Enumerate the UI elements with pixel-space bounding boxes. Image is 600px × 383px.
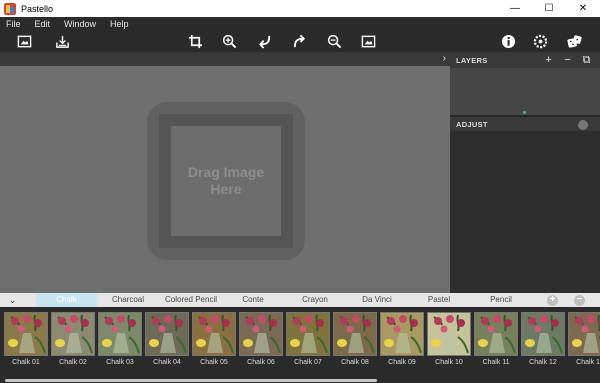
- adjust-panel-header: ADJUST: [450, 116, 600, 131]
- drop-zone-label: Drag Image Here: [181, 164, 271, 198]
- add-layer-button[interactable]: +: [539, 52, 558, 68]
- window-title: Pastello: [21, 3, 54, 14]
- menu-file[interactable]: File: [6, 17, 21, 31]
- preset-thumbnail[interactable]: Chalk 07: [286, 312, 330, 376]
- duplicate-layer-button[interactable]: ⧉: [577, 52, 596, 68]
- layers-panel-header: LAYERS + − ⧉: [450, 52, 600, 68]
- random-dice-icon[interactable]: [566, 33, 583, 50]
- drop-zone-line-2: Here: [210, 181, 242, 197]
- zoom-in-icon[interactable]: [221, 33, 238, 50]
- preset-preview-image: [333, 312, 377, 356]
- preset-category-bar: ⌄ Chalk Charcoal Colored Pencil Conte Cr…: [0, 293, 600, 307]
- image-canvas[interactable]: Drag Image Here: [0, 66, 450, 293]
- preset-thumbnail-label: Chalk 08: [341, 359, 369, 366]
- crop-icon[interactable]: [187, 33, 204, 50]
- preset-thumbnail[interactable]: Chalk 06: [239, 312, 283, 376]
- preset-thumbnail-label: Chalk 04: [153, 359, 181, 366]
- preset-preview-image: [474, 312, 518, 356]
- layers-title: LAYERS: [456, 55, 488, 65]
- toolbar: [0, 31, 600, 52]
- preset-thumbnail[interactable]: Chalk 11: [474, 312, 518, 376]
- thumbnail-scrollbar[interactable]: [0, 377, 600, 383]
- adjust-title: ADJUST: [456, 119, 488, 129]
- preset-thumbnail[interactable]: Chalk 08: [333, 312, 377, 376]
- preset-preview-image: [145, 312, 189, 356]
- menu-window[interactable]: Window: [64, 17, 96, 31]
- preset-thumbnail[interactable]: Chalk 13: [568, 312, 600, 376]
- preset-thumbnail[interactable]: Chalk 05: [192, 312, 236, 376]
- preset-thumbnail[interactable]: Chalk 03: [98, 312, 142, 376]
- tab-pastel[interactable]: Pastel: [414, 293, 464, 307]
- collapse-panel-icon[interactable]: ›: [443, 53, 446, 65]
- info-icon[interactable]: [500, 33, 517, 50]
- preset-preview-image: [380, 312, 424, 356]
- preset-preview-image: [4, 312, 48, 356]
- tab-pencil[interactable]: Pencil: [476, 293, 526, 307]
- chevron-down-icon[interactable]: ⌄: [0, 293, 25, 307]
- save-image-icon[interactable]: [54, 33, 71, 50]
- drop-zone-frame: Drag Image Here: [159, 114, 293, 248]
- layers-list[interactable]: [450, 68, 600, 115]
- preset-thumbnail[interactable]: Chalk 01: [4, 312, 48, 376]
- preset-thumbnail-label: Chalk 03: [106, 359, 134, 366]
- title-bar: Pastello — ☐ ✕: [0, 0, 600, 17]
- undo-icon[interactable]: [257, 33, 274, 50]
- preset-thumbnail-label: Chalk 06: [247, 359, 275, 366]
- menu-bar: File Edit Window Help: [0, 17, 600, 31]
- preset-thumbnail-label: Chalk 11: [482, 359, 510, 366]
- zoom-out-icon[interactable]: [326, 33, 343, 50]
- preset-thumbnail[interactable]: Chalk 02: [51, 312, 95, 376]
- tab-da-vinci[interactable]: Da Vinci: [352, 293, 402, 307]
- preset-preview-image: [98, 312, 142, 356]
- preset-preview-image: [427, 312, 471, 356]
- settings-icon[interactable]: [532, 33, 549, 50]
- preset-thumbnail-label: Chalk 10: [435, 359, 463, 366]
- preset-preview-image: [286, 312, 330, 356]
- preset-thumbnails: Chalk 01 Chalk 02 Chalk 03 Chalk 04 Chalk 05…: [0, 307, 600, 377]
- preset-thumbnail-label: Chalk 05: [200, 359, 228, 366]
- preset-thumbnail-label: Chalk 02: [59, 359, 87, 366]
- adjust-panel-body: [450, 131, 600, 293]
- preset-preview-image: [192, 312, 236, 356]
- fit-screen-icon[interactable]: [360, 33, 377, 50]
- app-logo-icon: [4, 2, 16, 15]
- drop-zone[interactable]: Drag Image Here: [147, 102, 305, 260]
- layers-indicator: [523, 111, 526, 114]
- drop-zone-line-1: Drag Image: [187, 164, 265, 180]
- preset-preview-image: [239, 312, 283, 356]
- redo-icon[interactable]: [291, 33, 308, 50]
- minimize-button[interactable]: —: [498, 0, 532, 17]
- preset-thumbnail-label: Chalk 12: [529, 359, 557, 366]
- remove-layer-button[interactable]: −: [558, 52, 577, 68]
- menu-edit[interactable]: Edit: [35, 17, 51, 31]
- add-preset-button[interactable]: +: [547, 295, 558, 306]
- remove-preset-button[interactable]: −: [574, 295, 585, 306]
- tab-chalk[interactable]: Chalk: [36, 293, 97, 307]
- preset-thumbnail-label: Chalk 09: [388, 359, 416, 366]
- canvas-header: ›: [0, 52, 450, 66]
- menu-help[interactable]: Help: [110, 17, 129, 31]
- preset-preview-image: [51, 312, 95, 356]
- close-button[interactable]: ✕: [566, 0, 600, 17]
- preset-thumbnail[interactable]: Chalk 10: [427, 312, 471, 376]
- tab-charcoal[interactable]: Charcoal: [100, 293, 156, 307]
- tab-crayon[interactable]: Crayon: [290, 293, 340, 307]
- preset-preview-image: [568, 312, 600, 356]
- preset-thumbnail[interactable]: Chalk 04: [145, 312, 189, 376]
- preset-thumbnail[interactable]: Chalk 09: [380, 312, 424, 376]
- open-image-icon[interactable]: [16, 33, 33, 50]
- maximize-button[interactable]: ☐: [532, 0, 566, 17]
- preset-thumbnail-label: Chalk 07: [294, 359, 322, 366]
- tab-conte[interactable]: Conte: [228, 293, 278, 307]
- preset-thumbnail[interactable]: Chalk 12: [521, 312, 565, 376]
- preset-thumbnail-label: Chalk 13: [576, 359, 600, 366]
- scrollbar-thumb[interactable]: [5, 379, 377, 382]
- tab-colored-pencil[interactable]: Colored Pencil: [161, 293, 221, 307]
- adjust-reset-icon[interactable]: [578, 120, 588, 130]
- preset-preview-image: [521, 312, 565, 356]
- preset-thumbnail-label: Chalk 01: [12, 359, 40, 366]
